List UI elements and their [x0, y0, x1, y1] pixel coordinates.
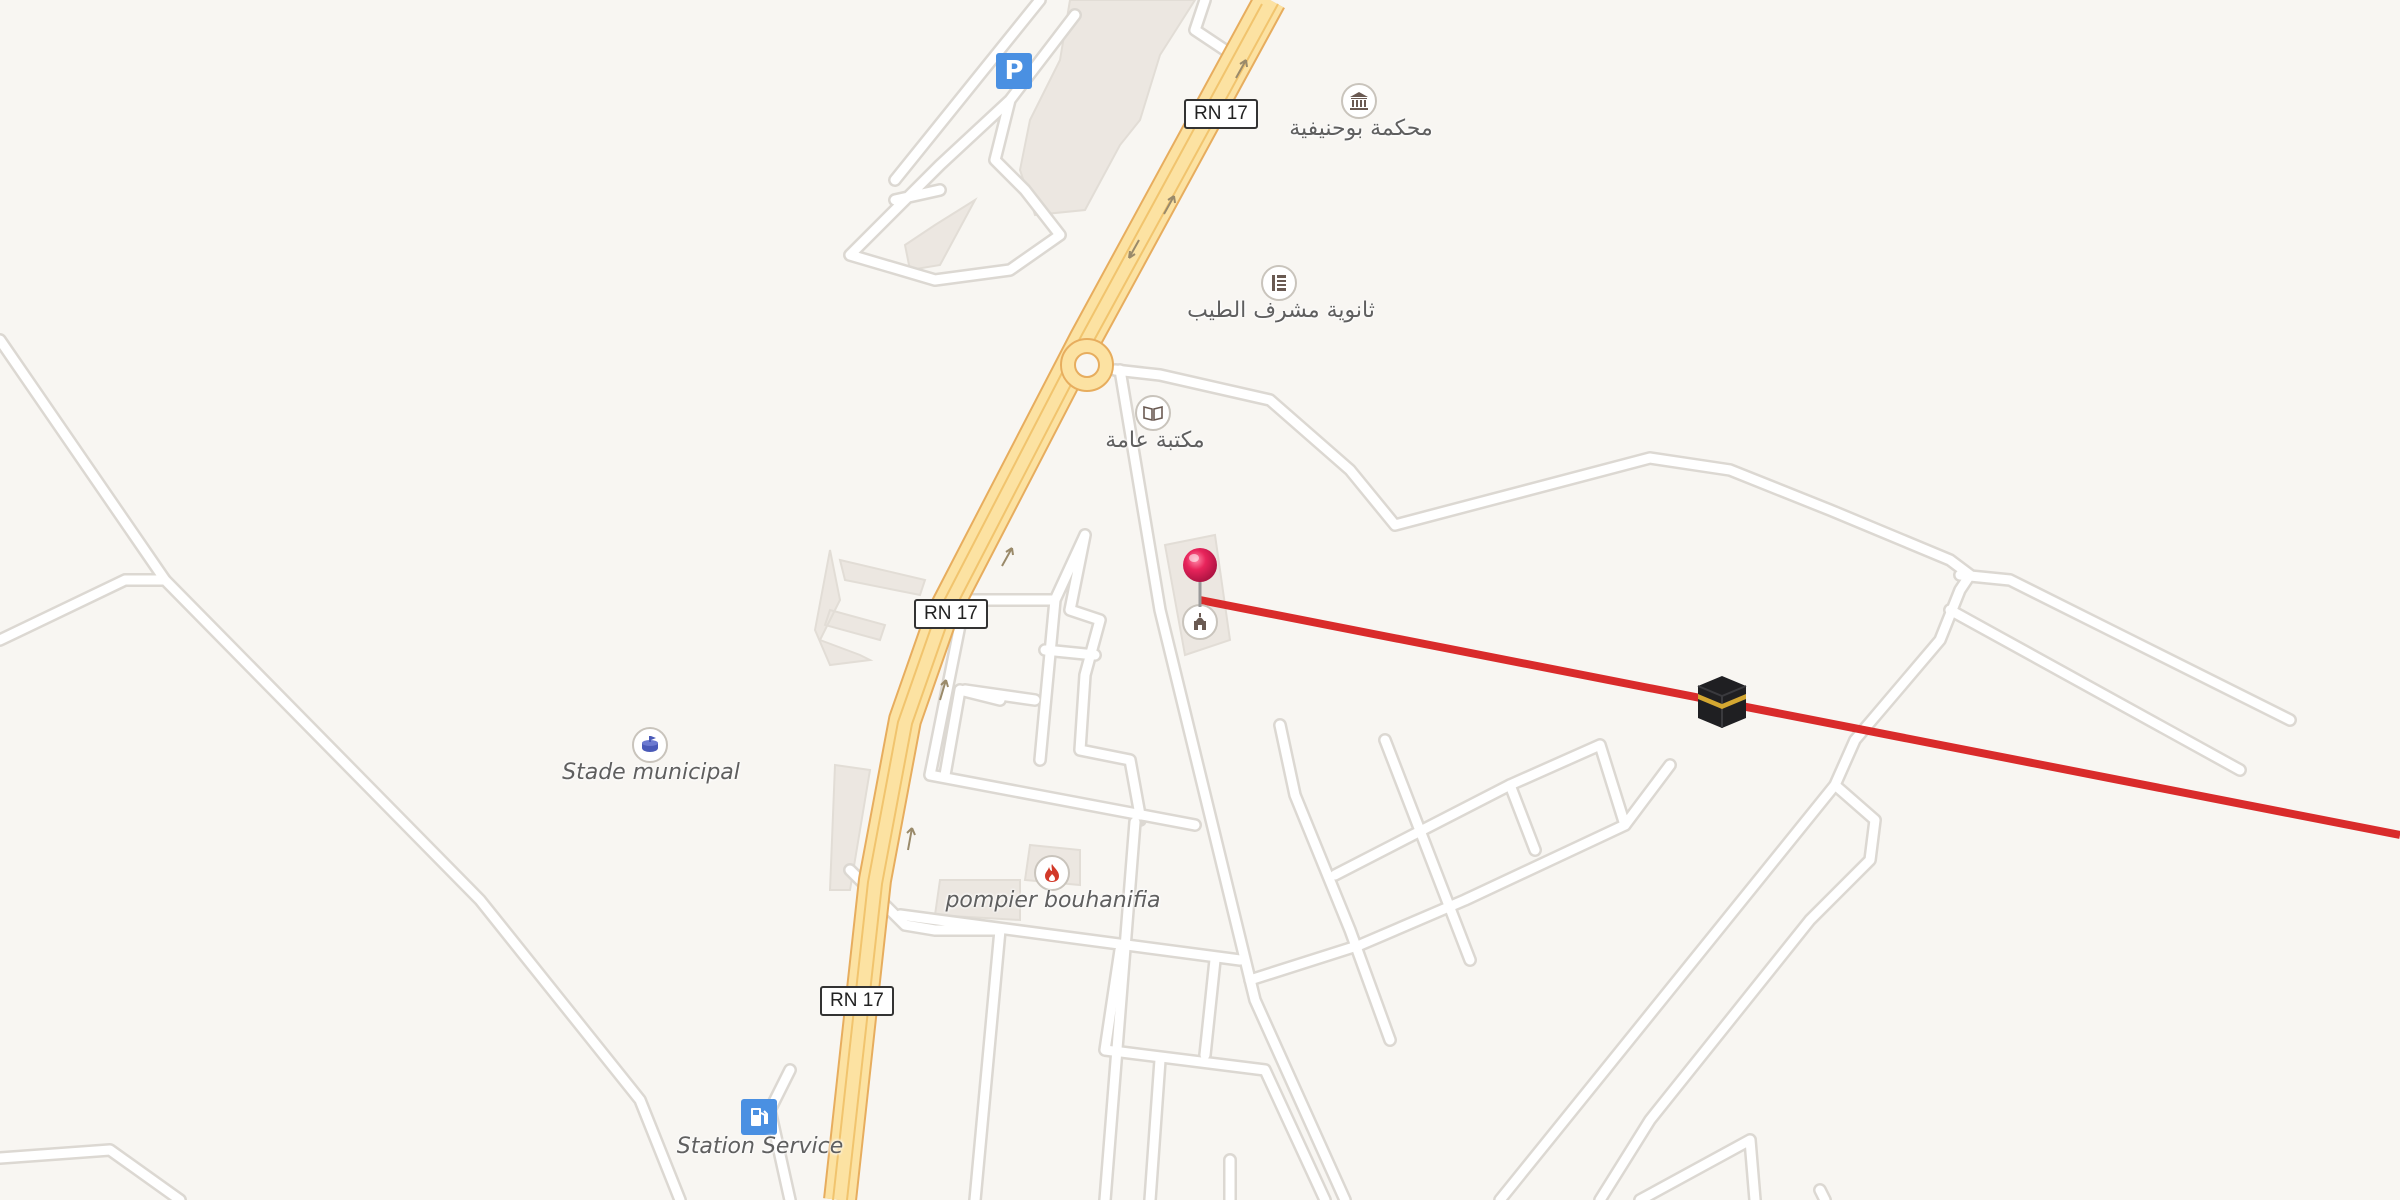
route-line [1199, 596, 2400, 839]
kaaba-icon[interactable] [1694, 672, 1750, 732]
courthouse-icon [1341, 83, 1377, 119]
poi-stadium-label: Stade municipal [562, 760, 740, 785]
parking-icon[interactable]: P [996, 53, 1032, 89]
poi-school-label: ثانوية مشرف الطيب [1187, 298, 1375, 323]
fuel-pump-icon [741, 1099, 777, 1135]
map-canvas[interactable]: RN 17 RN 17 RN 17 P محكمة بوحنيفية ثانوي… [0, 0, 2400, 1200]
building [813, 549, 927, 667]
poi-fuel-label: Station Service [676, 1134, 844, 1159]
roundabout [1060, 338, 1114, 392]
poi-fire-station-label: pompier bouhanifia [945, 888, 1161, 913]
school-icon [1261, 265, 1297, 301]
minor-roads [0, 0, 2295, 1200]
fire-icon [1034, 855, 1070, 891]
poi-library-label: مكتبة عامة [1105, 428, 1205, 453]
minor-roads-casing [0, 0, 2297, 1200]
stadium-icon [632, 727, 668, 763]
road-shield-rn17: RN 17 [1184, 99, 1258, 129]
building [903, 197, 978, 272]
road-shield-rn17: RN 17 [820, 986, 894, 1016]
road-shield-rn17: RN 17 [914, 599, 988, 629]
library-book-icon [1135, 395, 1171, 431]
location-pin-icon[interactable] [1180, 545, 1222, 615]
poi-court-label: محكمة بوحنيفية [1289, 116, 1433, 141]
